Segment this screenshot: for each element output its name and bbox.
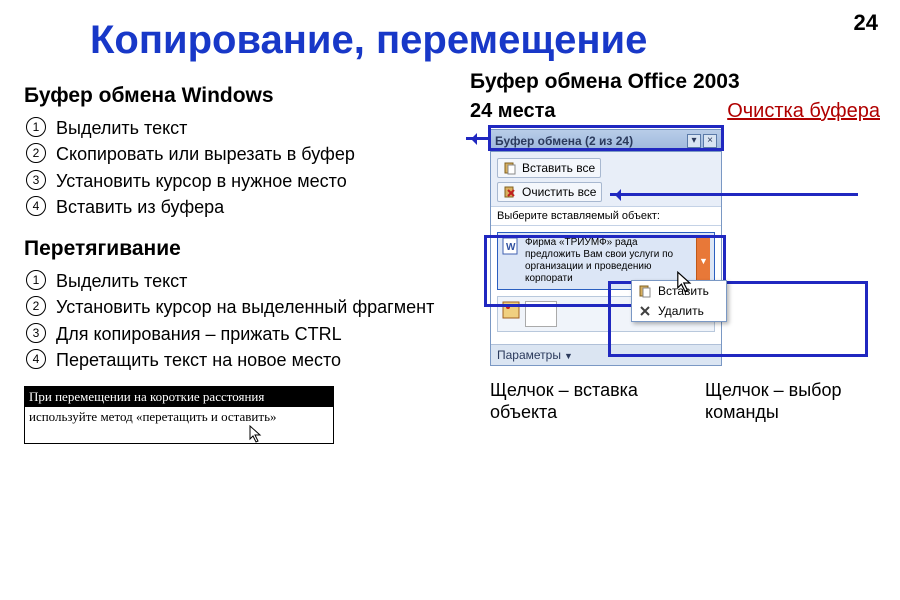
list-item: Перетащить текст на новое место: [24, 348, 464, 372]
clipboard-item-text: Фирма «ТРИУМФ» рада предложить Вам свои …: [525, 237, 691, 285]
caption-choose: Щелчок – выбор команды: [705, 380, 880, 423]
list-copy-steps: Выделить текст Скопировать или вырезать …: [24, 116, 464, 219]
list-item: Установить курсор на выделенный фрагмент: [24, 295, 464, 319]
caret-down-icon: ▼: [564, 351, 573, 361]
footer-label: Параметры: [497, 348, 561, 362]
page-number: 24: [854, 10, 878, 36]
clipboard-footer[interactable]: Параметры▼: [491, 344, 721, 365]
places-label: 24 места: [470, 100, 556, 123]
svg-text:W: W: [506, 242, 516, 253]
hint-box: При перемещении на короткие расстояния и…: [24, 386, 334, 444]
clipboard-thumb: [525, 301, 557, 327]
captions: Щелчок – вставка объекта Щелчок – выбор …: [490, 380, 880, 423]
clipboard-title: Буфер обмена (2 из 24): [495, 134, 685, 148]
list-item: Вставить из буфера: [24, 195, 464, 219]
hint-body-text: используйте метод «перетащить и оставить…: [29, 409, 277, 424]
page-title: Копирование, перемещение: [0, 0, 900, 63]
clear-icon: [503, 185, 517, 199]
left-column: Буфер обмена Windows Выделить текст Скоп…: [24, 84, 464, 444]
hint-header: При перемещении на короткие расстояния: [25, 387, 333, 407]
dropdown-icon[interactable]: ▾: [687, 134, 701, 148]
list-drag-steps: Выделить текст Установить курсор на выде…: [24, 269, 464, 372]
close-icon[interactable]: ×: [703, 134, 717, 148]
list-item: Скопировать или вырезать в буфер: [24, 142, 464, 166]
paste-all-button[interactable]: Вставить все: [497, 158, 601, 178]
info-row: 24 места Очистка буфера: [470, 100, 880, 123]
image-icon: [502, 301, 520, 319]
arrow-line: [466, 137, 490, 140]
hint-body: используйте метод «перетащить и оставить…: [25, 407, 333, 443]
word-doc-icon: W: [502, 237, 520, 255]
clear-all-label: Очистить все: [522, 185, 596, 199]
clipboard-panel: Буфер обмена (2 из 24) ▾ × Вставить все …: [490, 129, 722, 366]
heading-windows-clipboard: Буфер обмена Windows: [24, 84, 464, 108]
item-dropdown-button[interactable]: ▼: [696, 237, 710, 285]
list-item: Выделить текст: [24, 269, 464, 293]
clear-buffer-link[interactable]: Очистка буфера: [727, 100, 880, 123]
cursor-icon: [249, 425, 263, 445]
heading-office-clipboard: Буфер обмена Office 2003: [470, 70, 880, 94]
delete-icon: [638, 304, 652, 318]
clipboard-instruction: Выберите вставляемый объект:: [491, 206, 721, 226]
ctx-delete-label: Удалить: [658, 304, 704, 318]
right-column: Буфер обмена Office 2003 24 места Очистк…: [470, 70, 880, 423]
paste-icon: [503, 161, 517, 175]
ctx-delete[interactable]: Удалить: [632, 301, 726, 321]
list-item: Выделить текст: [24, 116, 464, 140]
paste-icon: [638, 284, 652, 298]
clipboard-titlebar: Буфер обмена (2 из 24) ▾ ×: [491, 130, 721, 152]
arrow-line: [610, 193, 858, 196]
list-item: Для копирования – прижать CTRL: [24, 322, 464, 346]
clipboard-toolbar: Вставить все Очистить все: [491, 152, 721, 206]
paste-all-label: Вставить все: [522, 161, 595, 175]
caption-insert: Щелчок – вставка объекта: [490, 380, 665, 423]
list-item: Установить курсор в нужное место: [24, 169, 464, 193]
cursor-icon: [676, 271, 694, 295]
heading-drag: Перетягивание: [24, 237, 464, 261]
clear-all-button[interactable]: Очистить все: [497, 182, 602, 202]
